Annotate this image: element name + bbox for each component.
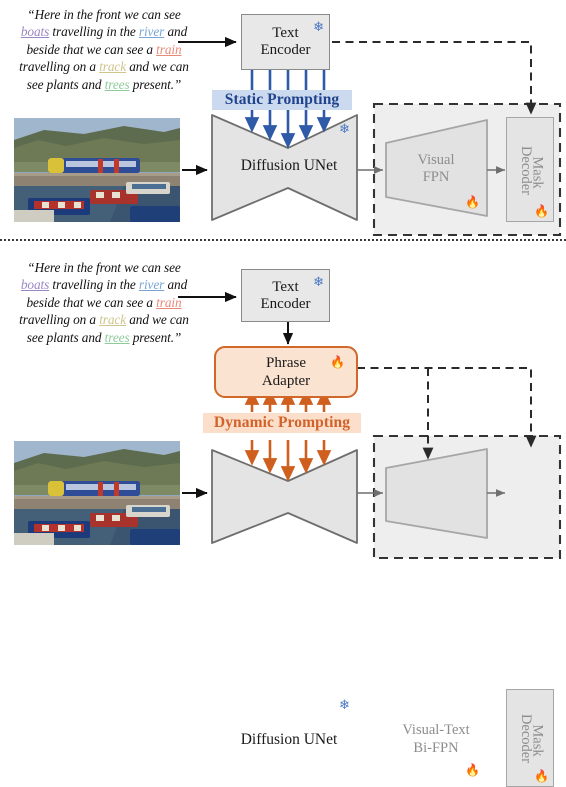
snowflake-icon: ❄ [313,19,324,34]
caption-static: “Here in the front we can see boats trav… [19,7,189,92]
text-encoder-dynamic-label-2: Encoder [260,295,311,312]
fire-icon-mask-decoder-static: 🔥 [534,204,549,218]
mask-decoder-dynamic[interactable]: Decoder Mask 🔥 [506,689,554,787]
fire-icon-visual-text-bifpn: 🔥 [465,763,480,777]
visual-fpn-label: Visual FPN [417,152,455,185]
static-prompting-label: Static Prompting [212,90,352,110]
text-encoder-static[interactable]: Text Encoder ❄ [241,14,330,70]
text-encoder-label-1: Text [272,25,299,41]
fire-icon-phrase-adapter: 🔥 [330,355,345,369]
text-encoder-dynamic-label-1: Text [272,278,299,295]
phrase-adapter-label-2: Adapter [261,373,311,389]
dynamic-prompting-label: Dynamic Prompting [203,413,361,433]
input-image-static [14,118,180,222]
mask-decoder-dynamic-label-2: Mask [529,724,546,757]
phrase-adapter[interactable]: Phrase Adapter 🔥 [214,346,358,398]
text-encoder-dynamic[interactable]: Text Encoder ❄ [241,269,330,322]
input-image-dynamic [14,441,180,545]
visual-text-bifpn-label: Visual-Text Bi-FPN [402,722,470,756]
snowflake-icon-unet-dynamic: ❄ [339,697,350,712]
diffusion-unet-label-static: Diffusion UNet [240,157,338,174]
panel-dynamic-prompting: “Here in the front we can see boats trav… [0,243,566,787]
caption-dynamic: “Here in the front we can see boats trav… [19,260,189,345]
snowflake-icon-text-encoder-dynamic: ❄ [313,274,324,289]
snowflake-icon-unet-static: ❄ [339,121,350,136]
phrase-adapter-label-1: Phrase [266,355,306,371]
diffusion-unet-label-dynamic: Diffusion UNet [240,731,338,748]
panel-static-prompting: “Here in the front we can see boats trav… [0,0,566,240]
mask-decoder-label-2: Mask [529,156,546,189]
fire-icon-mask-decoder-dynamic: 🔥 [534,769,549,783]
fire-icon-visual-fpn: 🔥 [465,195,480,209]
mask-decoder-static[interactable]: Decoder Mask 🔥 [506,117,554,222]
text-encoder-label-2: Encoder [260,42,311,58]
